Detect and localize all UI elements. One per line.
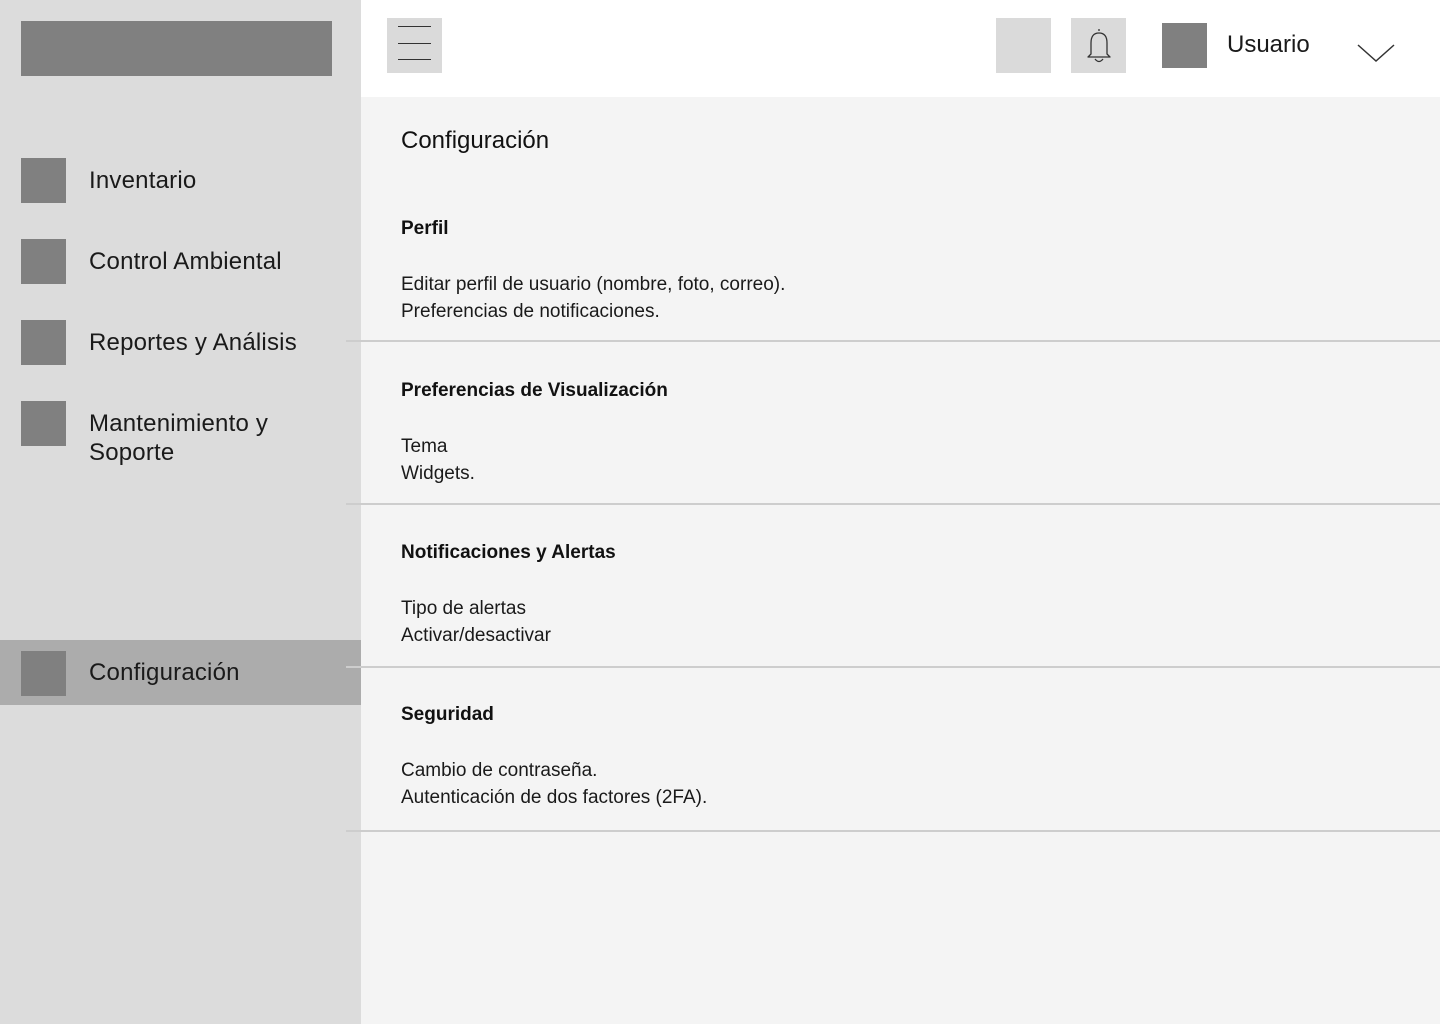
section-title: Perfil	[401, 218, 449, 239]
section-divider	[346, 340, 1440, 342]
section-divider	[346, 666, 1440, 668]
user-menu-dropdown[interactable]	[1356, 40, 1396, 66]
sidebar-item-reportes[interactable]: Reportes y Análisis	[0, 320, 361, 365]
reportes-icon	[21, 320, 66, 365]
section-line[interactable]: Widgets.	[401, 460, 1401, 487]
section-line[interactable]: Preferencias de notificaciones.	[401, 298, 1401, 325]
sidebar-item-inventario[interactable]: Inventario	[0, 158, 361, 203]
section-perfil: Perfil Editar perfil de usuario (nombre,…	[401, 217, 1401, 325]
section-divider	[346, 830, 1440, 832]
toolbar-button[interactable]	[996, 18, 1051, 73]
logo-placeholder[interactable]	[21, 21, 332, 76]
control-ambiental-icon	[21, 239, 66, 284]
top-bar: Usuario	[361, 0, 1440, 97]
section-line[interactable]: Cambio de contraseña.	[401, 757, 1401, 784]
section-line[interactable]: Activar/desactivar	[401, 622, 1401, 649]
mantenimiento-icon	[21, 401, 66, 446]
section-line[interactable]: Autenticación de dos factores (2FA).	[401, 784, 1401, 811]
main-content: Configuración Perfil Editar perfil de us…	[361, 97, 1440, 1024]
section-divider	[346, 503, 1440, 505]
section-line[interactable]: Editar perfil de usuario (nombre, foto, …	[401, 271, 1401, 298]
configuracion-icon	[21, 651, 66, 696]
avatar[interactable]	[1162, 23, 1207, 68]
section-notificaciones: Notificaciones y Alertas Tipo de alertas…	[401, 541, 1401, 649]
sidebar-item-label: Reportes y Análisis	[89, 329, 297, 356]
menu-button[interactable]	[387, 18, 442, 73]
sidebar-item-label: Mantenimiento y Soporte	[89, 410, 269, 466]
section-title: Preferencias de Visualización	[401, 380, 668, 401]
section-visualizacion: Preferencias de Visualización Tema Widge…	[401, 379, 1401, 487]
user-name[interactable]: Usuario	[1227, 30, 1310, 60]
section-title: Seguridad	[401, 704, 494, 725]
section-title: Notificaciones y Alertas	[401, 542, 616, 563]
section-seguridad: Seguridad Cambio de contraseña. Autentic…	[401, 703, 1401, 811]
sidebar-item-label: Configuración	[89, 659, 240, 686]
chevron-down-icon	[1357, 44, 1395, 63]
sidebar-item-label: Control Ambiental	[89, 248, 282, 275]
sidebar-item-control-ambiental[interactable]: Control Ambiental	[0, 239, 361, 284]
section-line[interactable]: Tipo de alertas	[401, 595, 1401, 622]
sidebar: Inventario Control Ambiental Reportes y …	[0, 0, 361, 1024]
section-line[interactable]: Tema	[401, 433, 1401, 460]
sidebar-item-configuracion[interactable]: Configuración	[0, 640, 361, 705]
page-title: Configuración	[401, 127, 550, 154]
sidebar-item-label: Inventario	[89, 167, 197, 194]
sidebar-item-mantenimiento[interactable]: Mantenimiento y Soporte	[0, 401, 361, 467]
inventario-icon	[21, 158, 66, 203]
bell-icon	[1087, 29, 1111, 63]
notifications-button[interactable]	[1071, 18, 1126, 73]
